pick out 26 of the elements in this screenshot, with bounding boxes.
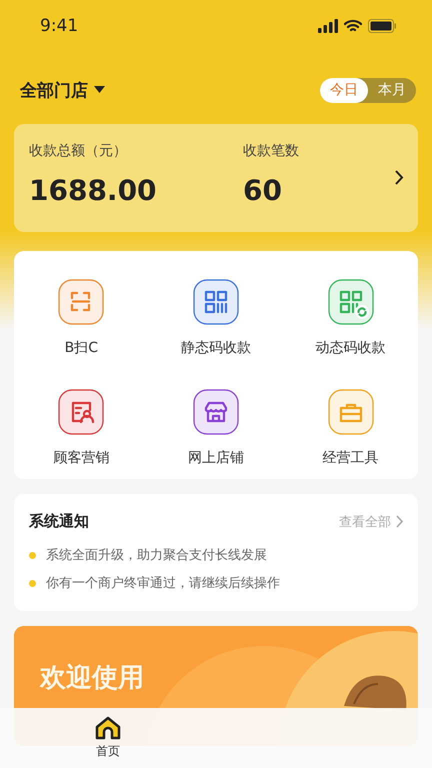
notice-item[interactable]: 系统全面升级，助力聚合支付长线发展 [46,546,267,564]
feature-item[interactable]: 静态码收款 [148,279,284,357]
battery-icon [368,19,396,33]
bullet-dot [29,580,36,586]
summary-label: 收款总额（元） [29,142,128,160]
signal-icon [318,19,338,33]
summary-card[interactable]: 收款总额（元） 1688.00 收款笔数 60 [14,124,418,232]
chevron-icon [395,170,404,185]
summary-value: 60 [243,174,283,207]
summary-label: 收款笔数 [243,142,299,160]
chevron-icon [396,515,403,528]
status-time: 9:41 [40,16,78,36]
feature-item[interactable]: 网上店铺 [148,389,284,467]
feature-item[interactable]: 经营工具 [283,389,418,467]
home-icon [95,716,121,740]
bullet-dot [29,552,36,558]
notice-title: 系统通知 [29,512,89,531]
summary-value: 1688.00 [29,174,158,207]
store-picker[interactable]: 全部门店 [20,78,105,102]
caret-icon [94,86,105,94]
feature-item[interactable]: 顾客营销 [14,389,149,467]
feature-item[interactable]: 动态码收款 [283,279,418,357]
feature-item[interactable]: B扫C [14,279,149,357]
banner-title: 欢迎使用 [40,662,144,695]
wifi-icon [344,19,362,33]
notice-item[interactable]: 你有一个商户终审通过，请继续后续操作 [46,574,280,592]
